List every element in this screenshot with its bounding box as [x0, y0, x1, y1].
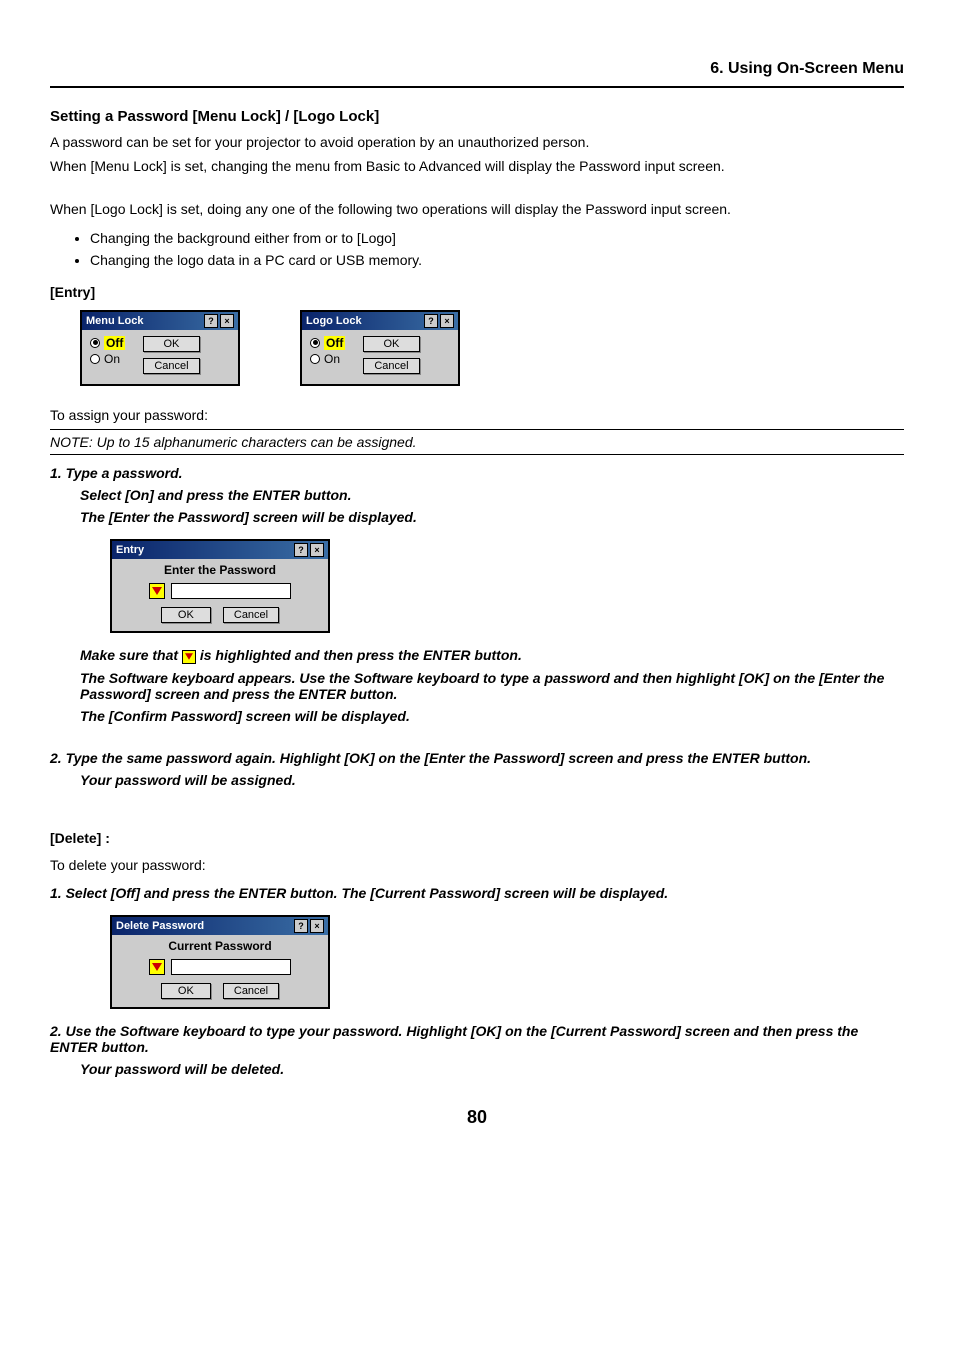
- after-entry-l3: The [Confirm Password] screen will be di…: [80, 708, 904, 724]
- menu-lock-dialog: Menu Lock ? × Off On OK Cance: [80, 310, 240, 386]
- help-icon[interactable]: ?: [294, 919, 308, 933]
- after-entry-l1: Make sure that is highlighted and then p…: [80, 647, 904, 663]
- delete-step-2-sub: Your password will be deleted.: [80, 1061, 904, 1077]
- cancel-button[interactable]: Cancel: [143, 358, 199, 374]
- dialog-titlebar: Menu Lock ? ×: [82, 312, 238, 330]
- entry-password-dialog: Entry ? × Enter the Password OK Cancel: [110, 539, 330, 633]
- logo-lock-dialog: Logo Lock ? × Off On OK Cance: [300, 310, 460, 386]
- note-text: NOTE: Up to 15 alphanumeric characters c…: [50, 434, 904, 450]
- divider: [50, 86, 904, 88]
- dropdown-icon[interactable]: [149, 959, 165, 975]
- dialog-title: Logo Lock: [306, 315, 422, 327]
- dialog-titlebar: Entry ? ×: [112, 541, 328, 559]
- radio-label-off: Off: [104, 336, 125, 350]
- document-page: 6. Using On-Screen Menu Setting a Passwo…: [0, 0, 954, 1168]
- radio-on[interactable]: On: [90, 352, 125, 366]
- dialog-row: Menu Lock ? × Off On OK Cance: [80, 310, 904, 386]
- text-part: is highlighted and then press the ENTER …: [200, 647, 522, 663]
- dialog-title: Menu Lock: [86, 315, 202, 327]
- dropdown-icon: [182, 650, 196, 664]
- radio-icon: [90, 354, 100, 364]
- radio-label-on: On: [324, 352, 340, 366]
- close-icon[interactable]: ×: [310, 543, 324, 557]
- bullet-item: Changing the logo data in a PC card or U…: [90, 252, 904, 268]
- ok-button[interactable]: OK: [161, 607, 211, 623]
- delete-intro: To delete your password:: [50, 856, 904, 876]
- step-1-sub1: Select [On] and press the ENTER button.: [80, 487, 904, 503]
- radio-on[interactable]: On: [310, 352, 345, 366]
- help-icon[interactable]: ?: [424, 314, 438, 328]
- ok-button[interactable]: OK: [143, 336, 199, 352]
- step-2-sub: Your password will be assigned.: [80, 772, 904, 788]
- bullet-list: Changing the background either from or t…: [50, 230, 904, 268]
- cancel-button[interactable]: Cancel: [223, 983, 279, 999]
- password-input[interactable]: [171, 959, 291, 975]
- assign-text: To assign your password:: [50, 406, 904, 426]
- intro-p3: When [Logo Lock] is set, doing any one o…: [50, 200, 904, 220]
- close-icon[interactable]: ×: [220, 314, 234, 328]
- dropdown-icon[interactable]: [149, 583, 165, 599]
- step-2: 2. Type the same password again. Highlig…: [50, 750, 904, 766]
- delete-step-2: 2. Use the Software keyboard to type you…: [50, 1023, 904, 1055]
- text-part: Make sure that: [80, 647, 182, 663]
- bullet-item: Changing the background either from or t…: [90, 230, 904, 246]
- radio-off[interactable]: Off: [310, 336, 345, 350]
- help-icon[interactable]: ?: [204, 314, 218, 328]
- radio-icon: [90, 338, 100, 348]
- after-entry-l2: The Software keyboard appears. Use the S…: [80, 670, 904, 702]
- password-input[interactable]: [171, 583, 291, 599]
- close-icon[interactable]: ×: [310, 919, 324, 933]
- intro-p2: When [Menu Lock] is set, changing the me…: [50, 157, 904, 177]
- page-title: Setting a Password [Menu Lock] / [Logo L…: [50, 108, 904, 125]
- delete-step-1: 1. Select [Off] and press the ENTER butt…: [50, 885, 904, 901]
- radio-off[interactable]: Off: [90, 336, 125, 350]
- radio-label-off: Off: [324, 336, 345, 350]
- enter-password-label: Enter the Password: [120, 559, 320, 581]
- divider: [50, 454, 904, 455]
- dialog-titlebar: Delete Password ? ×: [112, 917, 328, 935]
- step-1-sub2: The [Enter the Password] screen will be …: [80, 509, 904, 525]
- close-icon[interactable]: ×: [440, 314, 454, 328]
- current-password-label: Current Password: [120, 935, 320, 957]
- header-section-title: 6. Using On-Screen Menu: [50, 60, 904, 82]
- step-1: 1. Type a password.: [50, 465, 904, 481]
- radio-icon: [310, 338, 320, 348]
- cancel-button[interactable]: Cancel: [363, 358, 419, 374]
- divider: [50, 429, 904, 430]
- intro-p1: A password can be set for your projector…: [50, 133, 904, 153]
- delete-password-dialog: Delete Password ? × Current Password OK …: [110, 915, 330, 1009]
- ok-button[interactable]: OK: [363, 336, 419, 352]
- ok-button[interactable]: OK: [161, 983, 211, 999]
- radio-label-on: On: [104, 352, 120, 366]
- radio-icon: [310, 354, 320, 364]
- page-number: 80: [50, 1107, 904, 1128]
- entry-heading: [Entry]: [50, 284, 904, 300]
- dialog-title: Delete Password: [116, 920, 292, 932]
- help-icon[interactable]: ?: [294, 543, 308, 557]
- dialog-title: Entry: [116, 544, 292, 556]
- dialog-titlebar: Logo Lock ? ×: [302, 312, 458, 330]
- cancel-button[interactable]: Cancel: [223, 607, 279, 623]
- delete-heading: [Delete] :: [50, 830, 904, 846]
